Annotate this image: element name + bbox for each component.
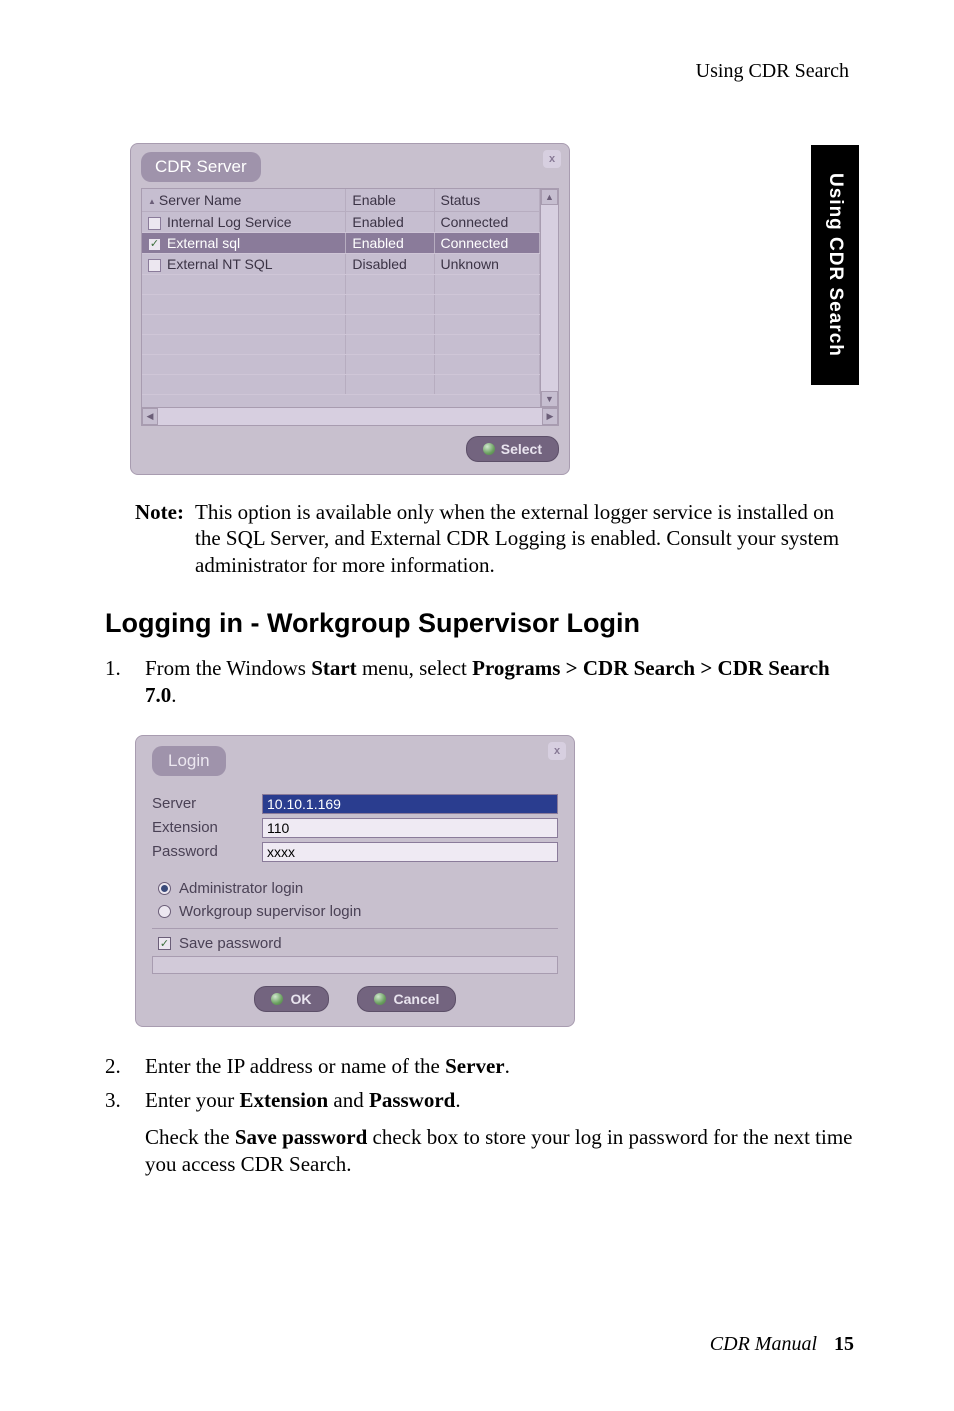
- server-input[interactable]: [262, 794, 558, 814]
- radio-label: Workgroup supervisor login: [179, 903, 361, 920]
- cancel-button[interactable]: Cancel: [357, 986, 457, 1012]
- text: Enter your: [145, 1088, 239, 1112]
- scroll-down-icon[interactable]: ▼: [541, 391, 558, 407]
- cell-name: External sql: [167, 235, 240, 251]
- status-bar: [152, 956, 558, 974]
- bold-text: Password: [369, 1088, 455, 1112]
- table-row[interactable]: External sql Enabled Connected: [142, 233, 540, 254]
- password-input[interactable]: [262, 842, 558, 862]
- bold-text: Server: [445, 1054, 504, 1078]
- text: From the Windows: [145, 656, 311, 680]
- step-text: From the Windows Start menu, select Prog…: [145, 655, 859, 709]
- step-number: 3.: [105, 1087, 145, 1178]
- step-number: 2.: [105, 1053, 145, 1080]
- step-text: Enter your Extension and Password. Check…: [145, 1087, 859, 1178]
- scroll-right-icon[interactable]: ▶: [542, 408, 558, 425]
- step-text: Enter the IP address or name of the Serv…: [145, 1053, 859, 1080]
- text: Enter the IP address or name of the: [145, 1054, 445, 1078]
- step-3: 3. Enter your Extension and Password. Ch…: [105, 1087, 859, 1178]
- cdr-server-dialog: CDR Server x Server Name Enable Status I…: [130, 143, 570, 475]
- workgroup-login-option[interactable]: Workgroup supervisor login: [158, 903, 558, 920]
- select-button[interactable]: Select: [466, 436, 559, 462]
- scroll-left-icon[interactable]: ◀: [142, 408, 158, 425]
- col-enable[interactable]: Enable: [346, 189, 434, 212]
- separator: [152, 928, 558, 929]
- cell-status: Connected: [434, 233, 539, 254]
- step-number: 1.: [105, 655, 145, 709]
- scroll-up-icon[interactable]: ▲: [541, 189, 558, 205]
- text: Check the: [145, 1125, 235, 1149]
- cell-name: External NT SQL: [167, 256, 273, 272]
- bold-text: Extension: [239, 1088, 328, 1112]
- login-dialog: Login x Server Extension Password Admini…: [135, 735, 575, 1027]
- text: .: [505, 1054, 510, 1078]
- server-table: Server Name Enable Status Internal Log S…: [141, 188, 559, 408]
- table-row[interactable]: External NT SQL Disabled Unknown: [142, 254, 540, 275]
- row-checkbox[interactable]: [148, 217, 161, 230]
- checkbox-label: Save password: [179, 935, 282, 952]
- side-tab: Using CDR Search: [811, 145, 859, 385]
- checkbox-icon[interactable]: [158, 937, 171, 950]
- cancel-button-label: Cancel: [394, 991, 440, 1007]
- step-2: 2. Enter the IP address or name of the S…: [105, 1053, 859, 1080]
- horizontal-scrollbar[interactable]: ◀ ▶: [141, 408, 559, 426]
- cell-name: Internal Log Service: [167, 214, 292, 230]
- text: menu, select: [357, 656, 472, 680]
- ok-button[interactable]: OK: [254, 986, 329, 1012]
- page-number: 15: [834, 1333, 854, 1355]
- ok-button-label: OK: [291, 991, 312, 1007]
- select-button-label: Select: [501, 441, 542, 457]
- col-server-name[interactable]: Server Name: [142, 189, 346, 212]
- button-indicator-icon: [374, 993, 386, 1005]
- cell-enable: Disabled: [346, 254, 434, 275]
- extension-input[interactable]: [262, 818, 558, 838]
- text: .: [455, 1088, 460, 1112]
- close-icon[interactable]: x: [548, 742, 566, 760]
- login-dialog-title: Login: [152, 746, 226, 776]
- button-indicator-icon: [271, 993, 283, 1005]
- section-heading: Logging in - Workgroup Supervisor Login: [105, 608, 859, 639]
- server-label: Server: [152, 795, 262, 812]
- admin-login-option[interactable]: Administrator login: [158, 880, 558, 897]
- step-1: 1. From the Windows Start menu, select P…: [105, 655, 859, 709]
- note-block: Note: This option is available only when…: [105, 499, 859, 578]
- page-footer: CDR Manual 15: [710, 1333, 854, 1356]
- vertical-scrollbar[interactable]: ▲ ▼: [540, 189, 558, 407]
- note-label: Note:: [105, 499, 195, 578]
- bold-text: Start: [311, 656, 357, 680]
- text: .: [171, 683, 176, 707]
- running-header: Using CDR Search: [105, 60, 859, 83]
- close-icon[interactable]: x: [543, 150, 561, 168]
- note-text: This option is available only when the e…: [195, 499, 859, 578]
- extension-label: Extension: [152, 819, 262, 836]
- text: and: [328, 1088, 369, 1112]
- cdr-dialog-title: CDR Server: [141, 152, 261, 182]
- footer-title: CDR Manual: [710, 1333, 817, 1355]
- bold-text: Save password: [235, 1125, 367, 1149]
- cell-enable: Enabled: [346, 233, 434, 254]
- radio-label: Administrator login: [179, 880, 303, 897]
- radio-icon[interactable]: [158, 882, 171, 895]
- password-label: Password: [152, 843, 262, 860]
- side-tab-label: Using CDR Search: [824, 173, 846, 357]
- col-status[interactable]: Status: [434, 189, 539, 212]
- row-checkbox[interactable]: [148, 259, 161, 272]
- save-password-option[interactable]: Save password: [158, 935, 558, 952]
- button-indicator-icon: [483, 443, 495, 455]
- table-row[interactable]: Internal Log Service Enabled Connected: [142, 212, 540, 233]
- cell-status: Connected: [434, 212, 539, 233]
- row-checkbox[interactable]: [148, 238, 161, 251]
- cell-status: Unknown: [434, 254, 539, 275]
- radio-icon[interactable]: [158, 905, 171, 918]
- cell-enable: Enabled: [346, 212, 434, 233]
